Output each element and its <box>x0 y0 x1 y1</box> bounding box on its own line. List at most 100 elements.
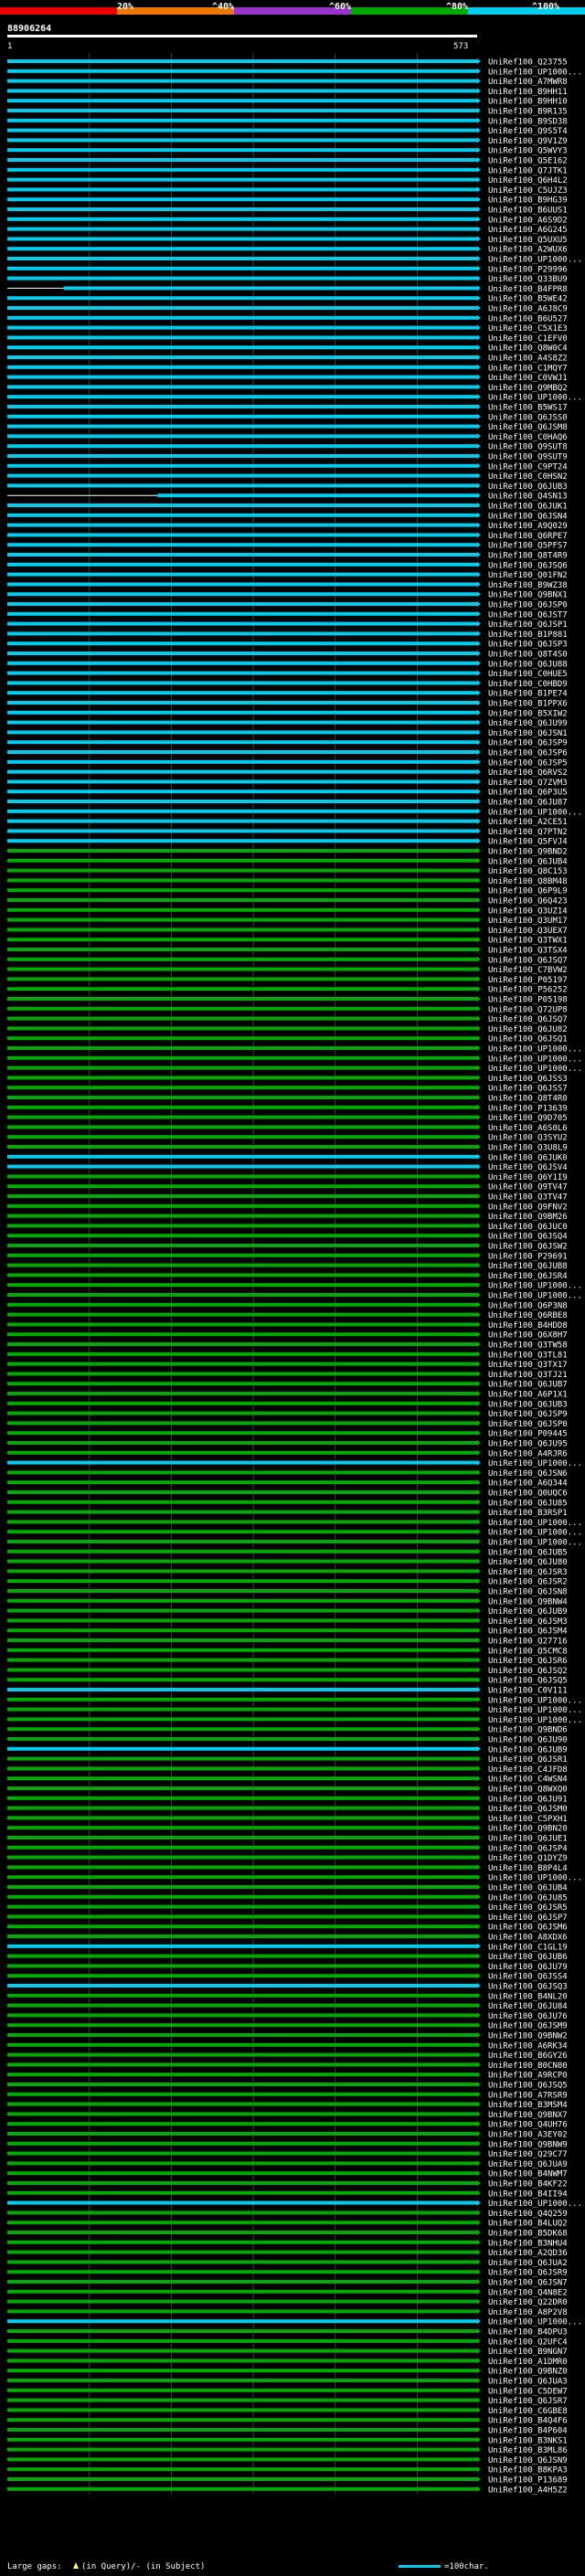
hit-row[interactable]: UniRef100_Q6JU87 <box>7 799 568 808</box>
hit-label[interactable]: UniRef100_B5XIW2 <box>488 709 568 718</box>
hit-label[interactable]: UniRef100_Q6JSR9 <box>488 2269 568 2278</box>
hit-label[interactable]: UniRef100_B4Q4F6 <box>488 2417 568 2426</box>
hit-row[interactable]: UniRef100_UP1000... <box>7 1292 582 1301</box>
hit-row[interactable]: UniRef100_Q6JSP7 <box>7 1913 568 1923</box>
hit-label[interactable]: UniRef100_Q9S5T4 <box>488 127 568 136</box>
hit-label[interactable]: UniRef100_Q9BNW4 <box>488 1597 568 1606</box>
hit-label[interactable]: UniRef100_UP1000... <box>488 1529 582 1538</box>
hit-label[interactable]: UniRef100_UP1000... <box>488 1292 582 1301</box>
hit-label[interactable]: UniRef100_UP1000... <box>488 1065 582 1074</box>
hit-row[interactable]: UniRef100_B8KPA3 <box>7 2466 568 2475</box>
hit-label[interactable]: UniRef100_Q27716 <box>488 1638 568 1647</box>
hit-label[interactable]: UniRef100_Q6JSP0 <box>488 601 568 610</box>
hit-label[interactable]: UniRef100_P13689 <box>488 2476 568 2486</box>
hit-label[interactable]: UniRef100_Q6JU79 <box>488 1963 568 1972</box>
hit-label[interactable]: UniRef100_Q6JSP3 <box>488 641 568 650</box>
hit-row[interactable]: UniRef100_C1EFV0 <box>7 334 568 344</box>
hit-row[interactable]: UniRef100_Q6JU80 <box>7 1558 568 1567</box>
hit-row[interactable]: UniRef100_P05198 <box>7 996 568 1005</box>
hit-row[interactable]: UniRef100_Q6JSR3 <box>7 1568 568 1577</box>
hit-row[interactable]: UniRef100_Q6JSN9 <box>7 2456 568 2465</box>
hit-label[interactable]: UniRef100_Q6P3N8 <box>488 1301 568 1310</box>
hit-label[interactable]: UniRef100_UP1000... <box>488 1716 582 1725</box>
hit-row[interactable]: UniRef100_Q6JUB4 <box>7 857 568 866</box>
hit-label[interactable]: UniRef100_Q6Q423 <box>488 897 568 906</box>
hit-row[interactable]: UniRef100_P29996 <box>7 265 568 274</box>
hit-label[interactable]: UniRef100_Q6JU85 <box>488 1893 568 1903</box>
hit-label[interactable]: UniRef100_B9R135 <box>488 108 568 117</box>
hit-label[interactable]: UniRef100_Q6JSQ5 <box>488 1677 568 1686</box>
hit-label[interactable]: UniRef100_Q6JSQ7 <box>488 1015 568 1024</box>
hit-row[interactable]: UniRef100_Q6P3U5 <box>7 789 568 798</box>
hit-row[interactable]: UniRef100_Q9BNZ0 <box>7 2368 568 2377</box>
hit-row[interactable]: UniRef100_A6S9D2 <box>7 216 568 225</box>
hit-row[interactable]: UniRef100_UP1000... <box>7 1459 582 1468</box>
hit-label[interactable]: UniRef100_Q6X8H7 <box>488 1331 568 1341</box>
hit-row[interactable]: UniRef100_Q6JUA3 <box>7 2378 568 2387</box>
hit-row[interactable]: UniRef100_Q6JSW2 <box>7 1243 568 1252</box>
hit-label[interactable]: UniRef100_Q3TW58 <box>488 1341 568 1351</box>
hit-label[interactable]: UniRef100_Q5FVJ4 <box>488 838 568 847</box>
hit-row[interactable]: UniRef100_UP1000... <box>7 1282 582 1291</box>
hit-label[interactable]: UniRef100_Q9BND2 <box>488 848 568 857</box>
hit-label[interactable]: UniRef100_Q6JSQ4 <box>488 1233 568 1242</box>
hit-row[interactable]: UniRef100_Q6JSM4 <box>7 1627 568 1637</box>
hit-row[interactable]: UniRef100_A6S0L6 <box>7 1124 568 1133</box>
hit-row[interactable]: UniRef100_Q8BM48 <box>7 877 568 886</box>
hit-label[interactable]: UniRef100_C0V111 <box>488 1687 568 1696</box>
hit-row[interactable]: UniRef100_Q9BM26 <box>7 1213 568 1222</box>
hit-row[interactable]: UniRef100_Q6JUC0 <box>7 1223 568 1232</box>
hit-row[interactable]: UniRef100_P29691 <box>7 1252 568 1261</box>
hit-label[interactable]: UniRef100_C0VWJ1 <box>488 374 568 383</box>
hit-label[interactable]: UniRef100_Q4UH76 <box>488 2121 568 2130</box>
hit-label[interactable]: UniRef100_Q22DR0 <box>488 2298 568 2307</box>
hit-label[interactable]: UniRef100_Q6JSN1 <box>488 729 568 738</box>
hit-row[interactable]: UniRef100_A2WUX6 <box>7 246 568 255</box>
hit-row[interactable]: UniRef100_Q6JSV4 <box>7 1163 568 1172</box>
hit-row[interactable]: UniRef100_Q9SUT8 <box>7 443 568 452</box>
hit-label[interactable]: UniRef100_C5UJZ3 <box>488 186 568 196</box>
hit-row[interactable]: UniRef100_Q6JSP1 <box>7 620 568 630</box>
hit-row[interactable]: UniRef100_B1PE74 <box>7 690 568 699</box>
hit-row[interactable]: UniRef100_Q5E162 <box>7 157 568 166</box>
hit-row[interactable]: UniRef100_B4Q4F6 <box>7 2417 568 2426</box>
hit-row[interactable]: UniRef100_Q6JSQ5 <box>7 1677 568 1686</box>
hit-label[interactable]: UniRef100_UP1000... <box>488 1459 582 1468</box>
hit-row[interactable]: UniRef100_Q6H4L2 <box>7 176 568 186</box>
hit-label[interactable]: UniRef100_Q7PTN2 <box>488 828 568 837</box>
hit-row[interactable]: UniRef100_Q6JUB4 <box>7 1884 568 1893</box>
hit-label[interactable]: UniRef100_A4S8Z2 <box>488 355 568 364</box>
hit-label[interactable]: UniRef100_Q3TX17 <box>488 1361 568 1370</box>
hit-label[interactable]: UniRef100_UP1000... <box>488 1045 582 1055</box>
hit-row[interactable]: UniRef100_UP1000... <box>7 1716 582 1725</box>
hit-label[interactable]: UniRef100_Q9BNX1 <box>488 591 568 600</box>
hit-label[interactable]: UniRef100_Q6JSN7 <box>488 2279 568 2288</box>
hit-row[interactable]: UniRef100_Q6JSR7 <box>7 2397 568 2406</box>
hit-row[interactable]: UniRef100_Q9BNX1 <box>7 591 568 600</box>
hit-row[interactable]: UniRef100_Q72UP8 <box>7 1005 568 1014</box>
hit-row[interactable]: UniRef100_Q6JUE1 <box>7 1835 568 1844</box>
hit-label[interactable]: UniRef100_Q4Q259 <box>488 2210 568 2219</box>
hit-row[interactable]: UniRef100_B3RSP1 <box>7 1509 568 1518</box>
hit-label[interactable]: UniRef100_Q6P9L9 <box>488 887 568 896</box>
hit-row[interactable]: UniRef100_Q6RPE7 <box>7 532 568 541</box>
hit-label[interactable]: UniRef100_C1MQY7 <box>488 364 568 373</box>
hit-label[interactable]: UniRef100_C7BVW2 <box>488 966 568 975</box>
hit-label[interactable]: UniRef100_Q1DYZ9 <box>488 1854 568 1863</box>
hit-label[interactable]: UniRef100_Q5E162 <box>488 157 568 166</box>
hit-row[interactable]: UniRef100_P05197 <box>7 976 568 985</box>
hit-label[interactable]: UniRef100_Q6JSN6 <box>488 1469 568 1479</box>
hit-row[interactable]: UniRef100_B0CN00 <box>7 2062 568 2071</box>
hit-row[interactable]: UniRef100_UP1000... <box>7 2318 582 2327</box>
hit-row[interactable]: UniRef100_Q6JSQ1 <box>7 1035 568 1044</box>
hit-label[interactable]: UniRef100_Q6RPE7 <box>488 532 568 541</box>
hit-row[interactable]: UniRef100_C1MQY7 <box>7 364 568 373</box>
hit-row[interactable]: UniRef100_B5WS17 <box>7 404 568 413</box>
hit-label[interactable]: UniRef100_B4II94 <box>488 2189 568 2199</box>
hit-row[interactable]: UniRef100_Q8C153 <box>7 867 568 876</box>
hit-row[interactable]: UniRef100_Q9BND6 <box>7 1726 568 1735</box>
hit-row[interactable]: UniRef100_Q23755 <box>7 58 568 68</box>
hit-row[interactable]: UniRef100_C0HUE5 <box>7 670 568 679</box>
hit-label[interactable]: UniRef100_Q5WVY3 <box>488 147 568 156</box>
hit-label[interactable]: UniRef100_Q6JUB4 <box>488 1884 568 1893</box>
